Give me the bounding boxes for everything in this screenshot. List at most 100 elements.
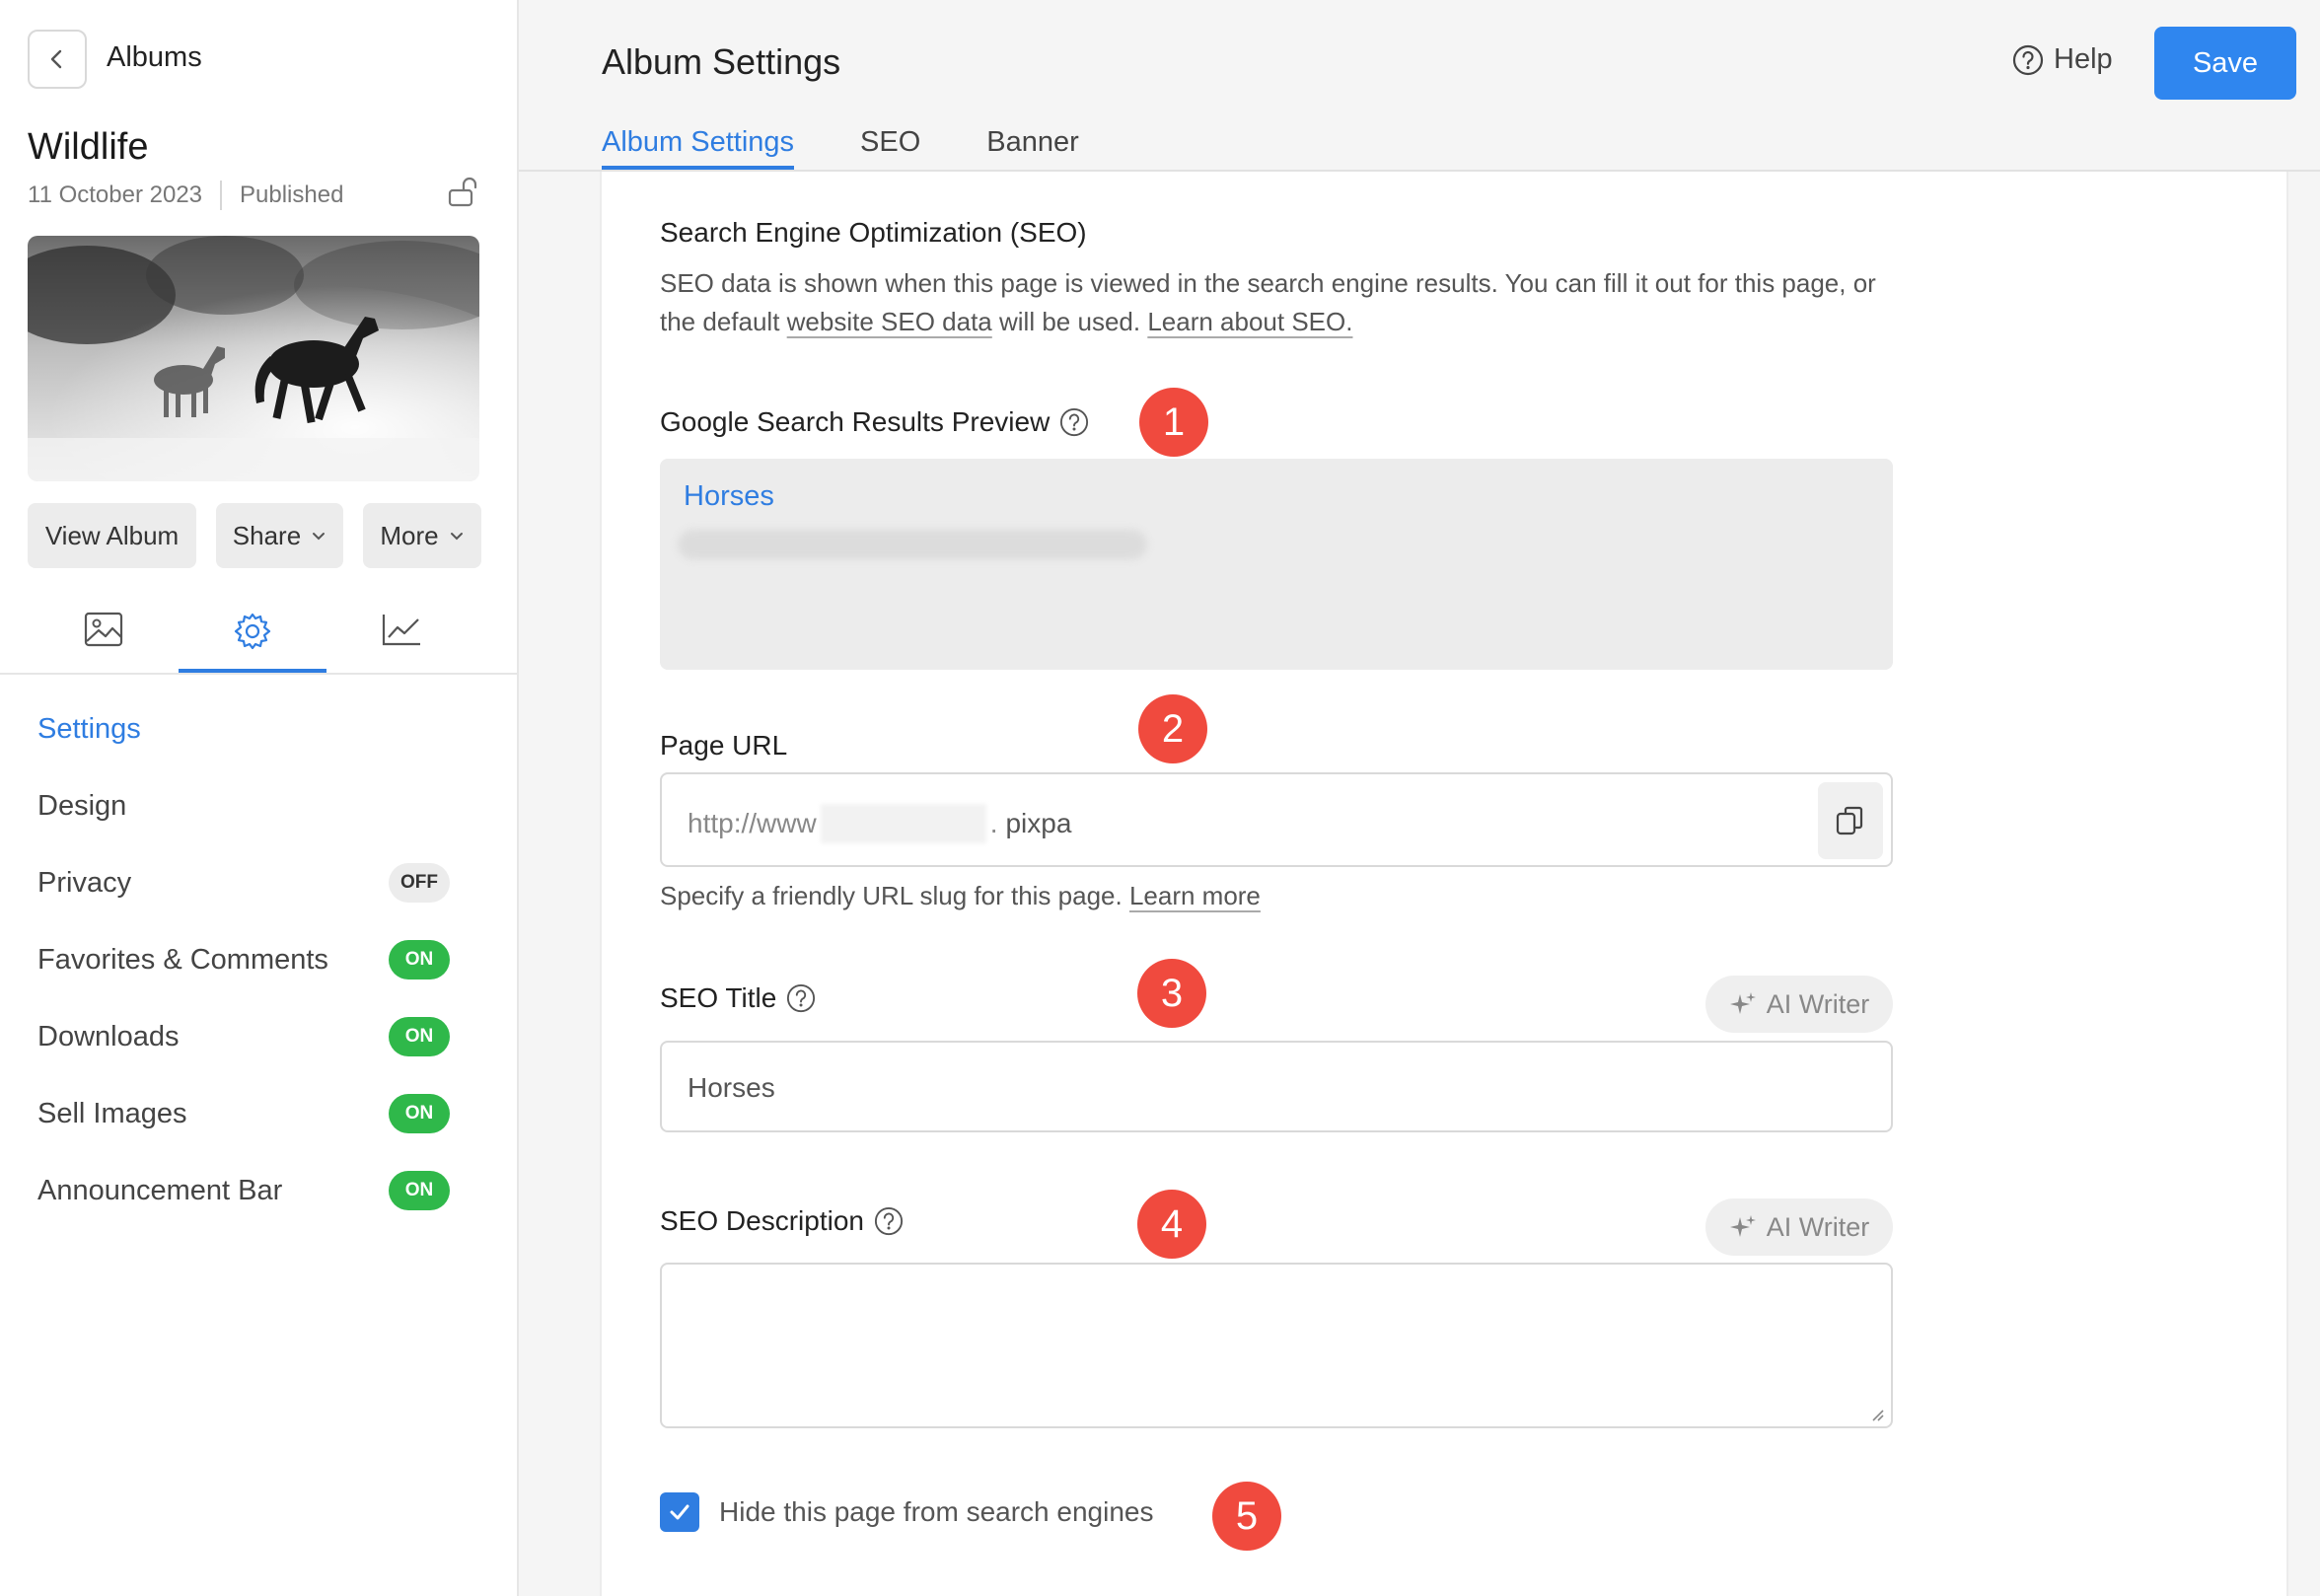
album-cover-image[interactable] [28, 236, 479, 481]
sidebar-icon-tabs [0, 592, 519, 675]
seo-description-input[interactable] [660, 1263, 1893, 1428]
album-meta: 11 October 2023 Published [28, 181, 343, 210]
nav-label: Design [37, 789, 127, 822]
line-chart-icon [382, 615, 420, 646]
step-badge: 5 [1212, 1482, 1281, 1551]
nav-item-design[interactable]: Design [0, 767, 519, 844]
website-seo-data-link[interactable]: website SEO data [787, 307, 992, 336]
tab-album-settings[interactable]: Album Settings [602, 126, 795, 170]
seo-title-value: Horses [688, 1072, 775, 1103]
nav-label: Sell Images [37, 1097, 187, 1129]
ai-writer-button[interactable]: AI Writer [1705, 976, 1893, 1033]
back-button[interactable] [28, 30, 87, 89]
nav-label: Favorites & Comments [37, 943, 328, 976]
view-album-label: View Album [44, 520, 180, 550]
page-title: Album Settings [602, 41, 841, 82]
nav-label: Privacy [37, 866, 132, 899]
view-album-button[interactable]: View Album [28, 503, 196, 568]
preview-label: Google Search Results Preview [660, 406, 1089, 438]
page-url-field[interactable]: http://www . pixpa [660, 772, 1893, 867]
gear-icon [234, 613, 271, 650]
tab-settings[interactable] [179, 612, 326, 673]
seo-heading: Search Engine Optimization (SEO) [660, 217, 1087, 248]
chevron-left-icon [50, 49, 62, 69]
seo-title-label-text: SEO Title [660, 982, 777, 1013]
ai-writer-label: AI Writer [1766, 988, 1870, 1019]
nav-item-downloads[interactable]: Downloads ON [0, 998, 519, 1075]
chevron-down-icon [450, 533, 463, 541]
nav-item-sell-images[interactable]: Sell Images ON [0, 1075, 519, 1152]
seo-desc-part2: will be used. [991, 307, 1148, 336]
nav-item-privacy[interactable]: Privacy OFF [0, 844, 519, 921]
seo-title-input[interactable]: Horses [660, 1041, 1893, 1132]
step-badge: 2 [1138, 694, 1207, 763]
save-button[interactable]: Save [2154, 27, 2296, 100]
question-icon[interactable] [874, 1206, 904, 1236]
help-icon [2012, 44, 2044, 75]
share-label: Share [232, 520, 302, 550]
nav-item-favorites-comments[interactable]: Favorites & Comments ON [0, 921, 519, 998]
settings-nav: Settings Design Privacy OFF Favorites & C… [0, 690, 519, 1229]
step-badge: 3 [1137, 959, 1206, 1028]
tab-analytics[interactable] [327, 612, 475, 673]
album-action-buttons: View Album Share More [28, 503, 481, 568]
announcement-toggle[interactable]: ON [389, 1171, 450, 1210]
nav-label: Settings [37, 712, 141, 745]
preview-title: Horses [684, 480, 774, 512]
nav-item-settings[interactable]: Settings [0, 690, 519, 767]
url-prefix: http://www [688, 808, 817, 838]
page-url-label-text: Page URL [660, 730, 788, 761]
tab-seo[interactable]: SEO [860, 126, 920, 170]
resize-handle-icon[interactable] [1869, 1407, 1885, 1422]
copy-icon [1836, 806, 1863, 835]
url-hint-text: Specify a friendly URL slug for this pag… [660, 881, 1129, 910]
ai-writer-label: AI Writer [1766, 1211, 1870, 1242]
sidebar: Albums Wildlife 11 October 2023 Publishe… [0, 0, 519, 1596]
unlock-icon[interactable] [446, 176, 479, 214]
page-url-value: http://www . pixpa [688, 804, 1071, 843]
nav-label: Announcement Bar [37, 1174, 283, 1206]
favorites-toggle[interactable]: ON [389, 940, 450, 979]
image-icon [84, 612, 123, 647]
learn-more-link[interactable]: Learn more [1129, 881, 1261, 910]
question-icon[interactable] [786, 983, 816, 1013]
hide-from-search-row[interactable]: Hide this page from search engines [660, 1492, 1153, 1532]
back-label[interactable]: Albums [107, 41, 202, 74]
url-hint: Specify a friendly URL slug for this pag… [660, 881, 1261, 911]
album-title: Wildlife [28, 126, 149, 168]
copy-url-button[interactable] [1818, 782, 1883, 859]
url-domain: pixpa [1005, 808, 1072, 838]
tab-banner[interactable]: Banner [986, 126, 1079, 170]
step-badge: 1 [1139, 388, 1208, 457]
hide-from-search-checkbox[interactable] [660, 1492, 699, 1532]
share-button[interactable]: Share [216, 503, 343, 568]
checkmark-icon [670, 1504, 689, 1520]
sell-images-toggle[interactable]: ON [389, 1094, 450, 1133]
nav-label: Downloads [37, 1020, 180, 1052]
tab-images[interactable] [30, 612, 178, 673]
more-button[interactable]: More [363, 503, 481, 568]
question-icon[interactable] [1059, 407, 1089, 437]
page-url-label: Page URL [660, 730, 787, 762]
downloads-toggle[interactable]: ON [389, 1017, 450, 1056]
google-preview-box: Horses [660, 459, 1893, 670]
nav-item-announcement-bar[interactable]: Announcement Bar ON [0, 1152, 519, 1229]
learn-about-seo-link[interactable]: Learn about SEO. [1147, 307, 1352, 336]
meta-divider [220, 181, 223, 210]
url-dot: . [989, 808, 998, 838]
url-redacted [820, 804, 986, 843]
album-date: 11 October 2023 [28, 181, 203, 208]
help-link[interactable]: Help [2012, 43, 2113, 76]
seo-title-label: SEO Title [660, 982, 816, 1014]
settings-tabs: Album Settings SEO Banner [602, 126, 1079, 170]
seo-description-label: SEO Description [660, 1205, 904, 1237]
seo-description-text: SEO data is shown when this page is view… [660, 264, 1883, 341]
preview-label-text: Google Search Results Preview [660, 406, 1051, 437]
privacy-toggle[interactable]: OFF [389, 863, 450, 903]
hide-from-search-label: Hide this page from search engines [719, 1496, 1154, 1527]
ai-writer-button[interactable]: AI Writer [1705, 1198, 1893, 1256]
help-label: Help [2054, 43, 2113, 75]
chevron-down-icon [313, 533, 326, 541]
more-label: More [380, 520, 439, 550]
preview-url-blurred [678, 530, 1147, 559]
